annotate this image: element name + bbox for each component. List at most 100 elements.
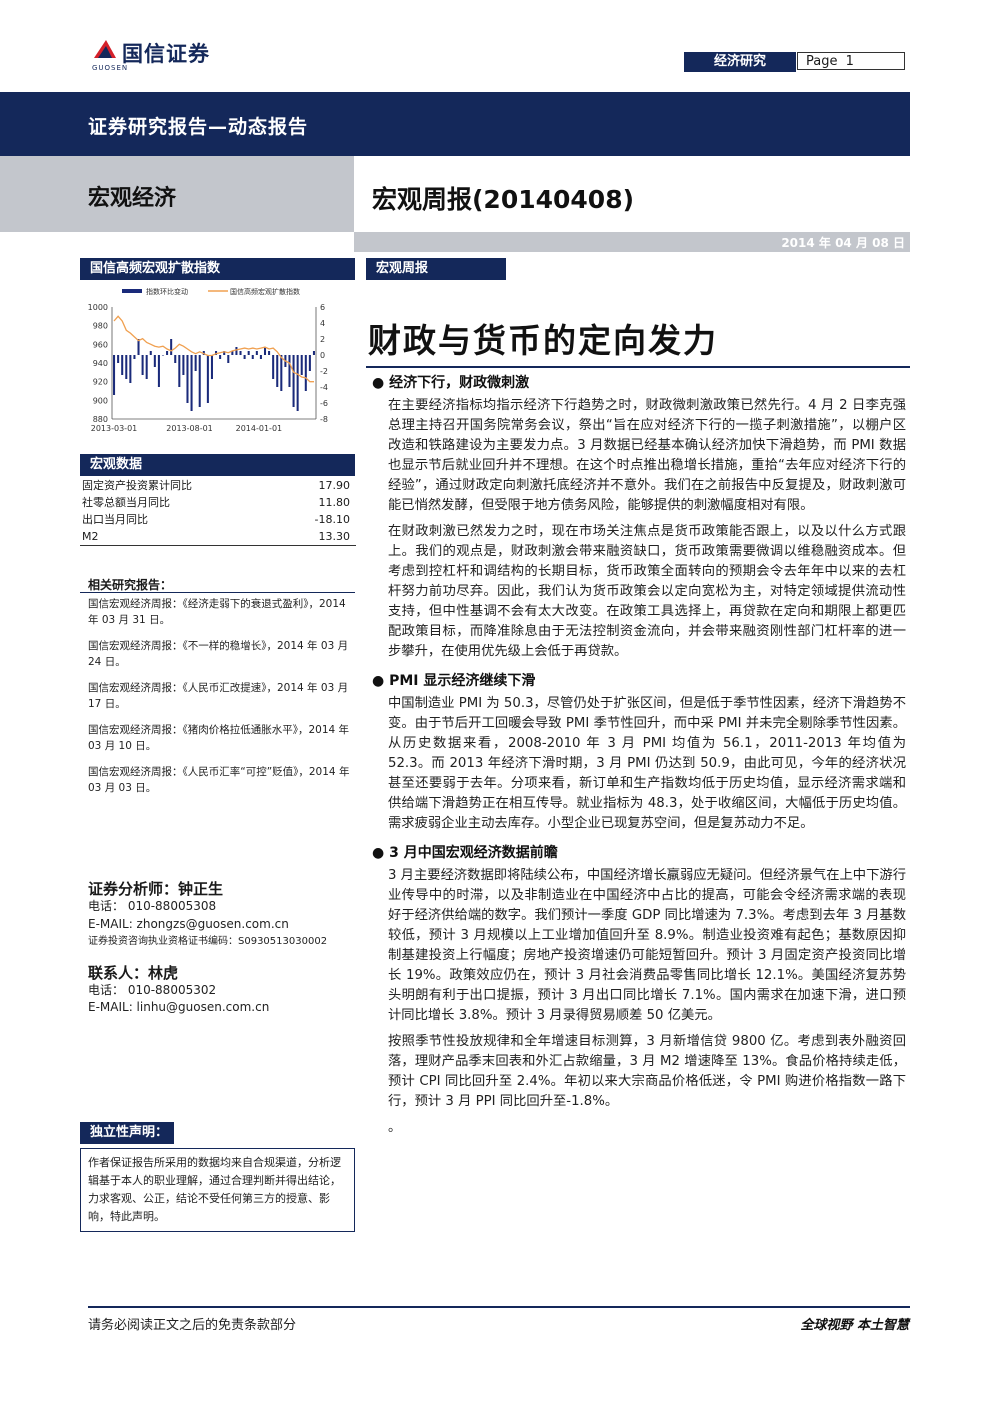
declaration-text: 作者保证报告所采用的数据均来自合规渠道，分析逻辑基于本人的职业理解，通过合理判断…: [88, 1156, 341, 1223]
chart-bar: [153, 355, 156, 367]
macro-label: 出口当月同比: [82, 513, 148, 526]
left-tick-label: 940: [93, 359, 108, 368]
chart-bar: [174, 355, 177, 363]
chart-bar: [178, 355, 181, 387]
category-title: 宏观经济: [88, 186, 177, 211]
chart-bar: [251, 355, 254, 359]
chart-bar: [206, 355, 209, 403]
chart-bar: [255, 351, 258, 355]
right-tick-label: -8: [320, 415, 328, 424]
chart-bar: [247, 351, 250, 355]
declaration-header: 独立性声明：: [80, 1122, 174, 1144]
chart-bar: [182, 355, 185, 375]
analyst-email: E-MAIL: zhongzs@guosen.com.cn: [88, 917, 289, 931]
chart-bar: [125, 355, 128, 379]
section-heading: ● 3 月中国宏观经济数据前瞻: [372, 842, 906, 862]
chart-bar: [276, 355, 279, 387]
macro-section-header: 宏观数据: [80, 454, 355, 476]
header-tag: 经济研究: [684, 52, 796, 72]
left-tick-label: 880: [93, 415, 108, 424]
diffusion-chart-svg: 指数环比变动 国信高频宏观扩散指数 1000 980 960 940 920 900 880 6 4…: [88, 287, 328, 433]
contact-title: 联系人：林虎: [88, 964, 179, 982]
footer-rule: [88, 1306, 910, 1308]
left-tick-label: 960: [93, 340, 108, 349]
legend-label: 指数环比变动: [146, 287, 188, 296]
paragraph: 按照季节性投放规律和全年增速目标测算，3 月新增信贷 9800 亿。考虑到表外融…: [388, 1034, 906, 1109]
chart-bar: [210, 355, 213, 379]
chart-bar: [292, 355, 295, 407]
chart-bar: [190, 355, 193, 411]
left-tick-label: 900: [93, 396, 108, 405]
right-tick-label: -6: [320, 399, 328, 408]
contact-phone: 电话： 010-88005302: [88, 983, 217, 997]
report-title: 宏观周报(20140408): [372, 185, 635, 214]
macro-row: 社零总额当月同比 11.80: [80, 494, 356, 511]
x-tick-label: 2013-03-01: [91, 424, 138, 433]
right-tick-label: 6: [320, 303, 325, 312]
x-tick-label: 2014-01-01: [236, 424, 283, 433]
macro-label: 固定资产投资累计同比: [82, 479, 192, 492]
right-tick-label: 0: [320, 351, 325, 360]
chart-bar: [117, 355, 120, 363]
chart-bar: [157, 355, 160, 387]
macro-row: 固定资产投资累计同比 17.90: [80, 477, 356, 494]
logo-text: 国信证券: [122, 42, 210, 66]
chart-bar: [312, 351, 315, 355]
contact-email: E-MAIL: linhu@guosen.com.cn: [88, 1000, 270, 1014]
chart-section-header: 国信高频宏观扩散指数: [80, 258, 355, 280]
footer-disclaimer: 请务必阅读正文之后的免责条款部分: [88, 1318, 297, 1333]
section-heading: ● 经济下行，财政微刺激: [372, 372, 906, 392]
bullet-icon: ●: [372, 375, 390, 391]
chart-bar: [308, 355, 311, 371]
chart-bar: [194, 355, 197, 371]
chart-bar: [288, 355, 291, 387]
chart-bar: [129, 355, 132, 383]
related-item: 国信宏观经济周报：《人民币汇改提速》，2014 年 03 月 17 日。: [88, 682, 349, 710]
right-tick-label: 2: [320, 335, 325, 344]
title-rule: [366, 366, 910, 368]
related-item: 国信宏观经济周报：《人民币汇率“可控”贬值》，2014 年 03 月 03 日。: [88, 766, 350, 794]
chart-bar: [259, 355, 262, 359]
section-heading-text: 3 月中国宏观经济数据前瞻: [389, 845, 558, 861]
analyst-phone: 电话： 010-88005308: [88, 899, 217, 913]
x-tick-label: 2013-08-01: [166, 424, 213, 433]
related-item: 国信宏观经济周报：《不一样的稳增长》，2014 年 03 月 24 日。: [88, 640, 349, 668]
bullet-icon: ●: [372, 673, 390, 689]
chart-bar: [145, 355, 148, 379]
macro-value: 17.90: [318, 479, 351, 492]
main-label: 宏观周报: [366, 258, 506, 280]
page-number: 1: [845, 54, 854, 69]
chart-bar: [300, 355, 303, 375]
section-heading-text: PMI 显示经济继续下滑: [389, 673, 536, 689]
chart-bar: [304, 355, 307, 391]
legend-label: 国信高频宏观扩散指数: [230, 287, 300, 296]
macro-row: M2 13.30: [80, 528, 356, 546]
legend-bar-swatch: [122, 289, 142, 293]
related-item: 国信宏观经济周报：《猪肉价格拉低通胀水平》，2014 年 03 月 10 日。: [88, 724, 350, 752]
analyst-title: 证券分析师：钟正生: [88, 880, 224, 898]
macro-table: 固定资产投资累计同比 17.90 社零总额当月同比 11.80 出口当月同比 -18.…: [80, 477, 356, 546]
chart-bar: [166, 351, 169, 355]
section-heading: ● PMI 显示经济继续下滑: [372, 670, 906, 690]
chart-bar: [141, 355, 144, 375]
left-tick-label: 980: [93, 322, 108, 331]
category-panel: [0, 156, 354, 232]
chart-bar: [227, 355, 230, 363]
macro-row: 出口当月同比 -18.10: [80, 511, 356, 528]
chart-bar: [235, 347, 238, 355]
report-type-title: 证券研究报告—动态报告: [88, 116, 309, 138]
related-divider: [80, 592, 355, 593]
page-label: Page: [806, 54, 838, 69]
right-tick-label: -4: [320, 383, 328, 392]
chart-bar: [263, 347, 267, 355]
main-body: ● 经济下行，财政微刺激 在主要经济指标均指示经济下行趋势之时，财政微刺激政策已…: [372, 372, 906, 1138]
right-tick-label: 4: [320, 319, 325, 328]
chart-bar: [149, 351, 152, 355]
chart-bar: [272, 355, 275, 379]
diffusion-chart: 指数环比变动 国信高频宏观扩散指数 1000 980 960 940 920 900 880 6 4…: [80, 283, 355, 443]
report-date: 2014 年 04 月 08 日: [781, 236, 905, 250]
macro-label: 社零总额当月同比: [82, 496, 170, 509]
footer-slogan: 全球视野 本土智慧: [800, 1318, 909, 1333]
chart-bar: [296, 355, 299, 411]
section-heading-text: 经济下行，财政微刺激: [389, 375, 530, 391]
